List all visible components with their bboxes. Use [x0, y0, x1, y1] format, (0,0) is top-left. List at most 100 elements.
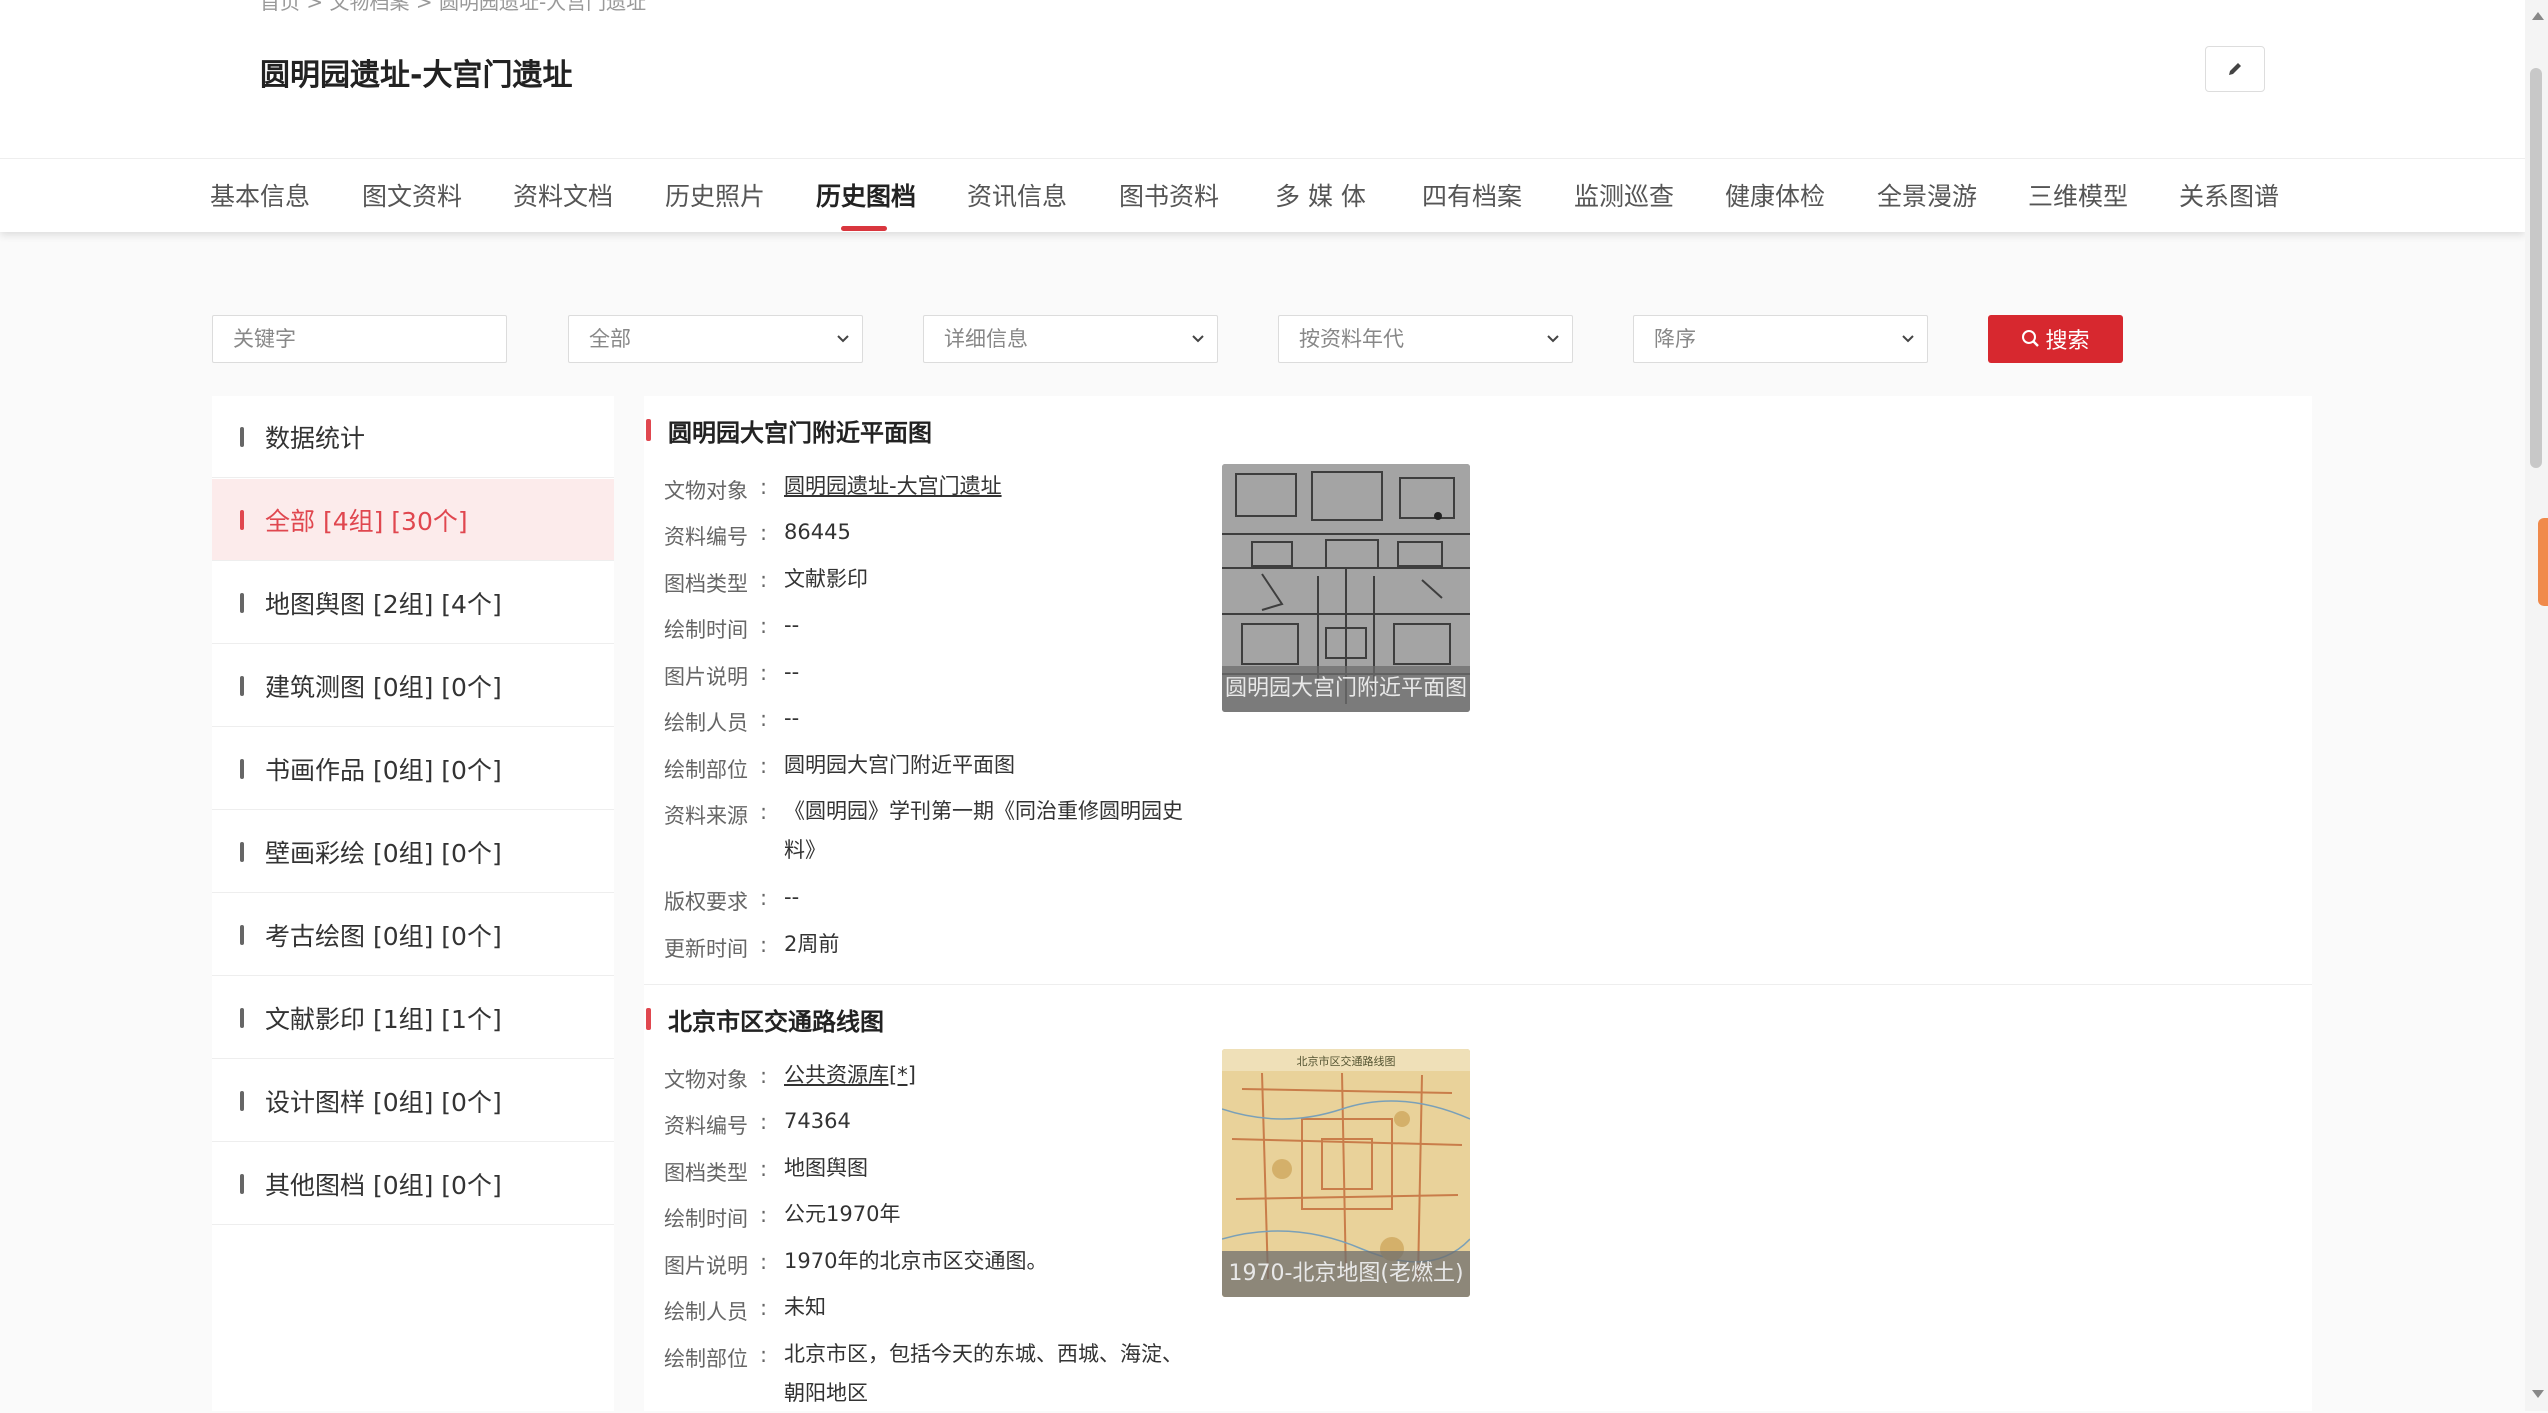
category-sidebar: 数据统计 全部 [4组] [30个] 地图舆图 [2组] [4个] 建筑测图 [… [212, 396, 614, 1411]
field-label: 绘制时间 [664, 1207, 748, 1231]
tab-3d-model[interactable]: 三维模型 [2028, 177, 2128, 213]
tab-news[interactable]: 资讯信息 [967, 177, 1067, 213]
chevron-down-icon [1902, 335, 1914, 343]
scroll-down-icon[interactable] [2532, 1390, 2544, 1398]
field-colon: : [760, 1110, 768, 1134]
field-value: 地图舆图 [784, 1156, 868, 1180]
field-value: 北京市区，包括今天的东城、西城、海淀、朝阳地区 [784, 1342, 1183, 1405]
thumbnail-caption: 1970-北京地图(老燃土) [1222, 1251, 1470, 1297]
field-label: 绘制时间 [664, 618, 748, 642]
field-colon: : [760, 1343, 768, 1367]
item-marker [240, 593, 244, 613]
sort-by-select-value: 按资料年代 [1299, 327, 1404, 351]
page-header: 首页 > 文物档案 > 圆明园遗址-大宫门遗址 圆明园遗址-大宫门遗址 基本信息… [0, 0, 2525, 232]
field-colon: : [760, 886, 768, 910]
field-label: 文物对象 [664, 1068, 748, 1092]
tab-panorama[interactable]: 全景漫游 [1877, 177, 1977, 213]
record-card: 北京市区交通路线图 文物对象 : 公共资源库[*] 资料编号 : 74364 图… [644, 985, 2312, 1411]
sidebar-item-maps[interactable]: 地图舆图 [2组] [4个] [212, 562, 614, 644]
item-marker [240, 1008, 244, 1028]
sidebar-item-label: 设计图样 [0组] [0个] [265, 1087, 502, 1117]
record-title[interactable]: 北京市区交通路线图 [668, 1002, 884, 1037]
field-value: 《圆明园》学刊第一期《同治重修圆明园史料》 [784, 799, 1183, 862]
tab-monitoring[interactable]: 监测巡查 [1574, 177, 1674, 213]
item-marker [240, 427, 244, 447]
tab-basic-info[interactable]: 基本信息 [210, 177, 310, 213]
scrollbar-thumb[interactable] [2530, 68, 2542, 468]
chevron-down-icon [1547, 335, 1559, 343]
field-label: 更新时间 [664, 937, 748, 961]
tab-books[interactable]: 图书资料 [1119, 177, 1219, 213]
record-title[interactable]: 圆明园大宫门附近平面图 [668, 413, 932, 448]
relic-object-link[interactable]: 圆明园遗址-大宫门遗址 [784, 467, 1184, 506]
sidebar-item-statistics[interactable]: 数据统计 [212, 396, 614, 478]
field-value: -- [784, 706, 800, 730]
category-select[interactable]: 全部 [568, 315, 863, 363]
sidebar-item-other[interactable]: 其他图档 [0组] [0个] [212, 1143, 614, 1225]
field-label: 资料编号 [664, 525, 748, 549]
pencil-icon [2229, 63, 2241, 75]
field-value: 74364 [784, 1109, 851, 1133]
tab-health-check[interactable]: 健康体检 [1725, 177, 1825, 213]
sidebar-item-document-prints[interactable]: 文献影印 [1组] [1个] [212, 977, 614, 1059]
field-label: 资料来源 [664, 804, 748, 828]
item-marker [240, 1091, 244, 1111]
record-thumbnail[interactable]: 北京市区交通路线图 1970-北京地图(老燃土) [1222, 1049, 1470, 1297]
detail-select-value: 详细信息 [944, 327, 1028, 351]
sidebar-item-all[interactable]: 全部 [4组] [30个] [212, 479, 614, 561]
field-label: 绘制人员 [664, 1300, 748, 1324]
sidebar-item-label: 全部 [4组] [30个] [265, 506, 468, 536]
sort-by-select[interactable]: 按资料年代 [1278, 315, 1573, 363]
thumbnail-caption: 圆明园大宫门附近平面图 [1222, 666, 1470, 712]
field-value: 86445 [784, 520, 851, 544]
order-select-value: 降序 [1654, 327, 1696, 351]
keyword-input[interactable]: 关键字 [212, 315, 507, 363]
sidebar-item-archaeology[interactable]: 考古绘图 [0组] [0个] [212, 894, 614, 976]
field-value: 圆明园大宫门附近平面图 [784, 753, 1015, 777]
scroll-up-icon[interactable] [2532, 12, 2544, 20]
tab-text-images[interactable]: 图文资料 [362, 177, 462, 213]
tab-multimedia[interactable]: 多 媒 体 [1275, 177, 1366, 213]
tab-relationship-graph[interactable]: 关系图谱 [2179, 177, 2279, 213]
item-marker [240, 842, 244, 862]
edit-button[interactable] [2205, 46, 2265, 92]
sidebar-item-murals[interactable]: 壁画彩绘 [0组] [0个] [212, 811, 614, 893]
item-marker [240, 925, 244, 945]
order-select[interactable]: 降序 [1633, 315, 1928, 363]
relic-object-link[interactable]: 公共资源库[*] [784, 1056, 1184, 1095]
field-value: 未知 [784, 1295, 826, 1319]
sidebar-item-architectural-drawings[interactable]: 建筑测图 [0组] [0个] [212, 645, 614, 727]
floating-side-tab[interactable] [2538, 518, 2548, 606]
field-label: 图片说明 [664, 665, 748, 689]
sidebar-item-label: 数据统计 [265, 423, 366, 453]
category-select-value: 全部 [589, 327, 631, 351]
item-marker [240, 510, 244, 530]
field-colon: : [760, 1064, 768, 1088]
tab-historical-drawings[interactable]: 历史图档 [816, 177, 916, 213]
item-marker [240, 1174, 244, 1194]
tab-documents[interactable]: 资料文档 [513, 177, 613, 213]
field-colon: : [760, 1157, 768, 1181]
field-label: 版权要求 [664, 890, 748, 914]
field-colon: : [760, 800, 768, 824]
record-thumbnail[interactable]: 圆明园大宫门附近平面图 [1222, 464, 1470, 712]
search-button[interactable]: 搜索 [1988, 315, 2123, 363]
field-colon: : [760, 933, 768, 957]
sidebar-item-label: 其他图档 [0组] [0个] [265, 1170, 502, 1200]
sidebar-item-paintings[interactable]: 书画作品 [0组] [0个] [212, 728, 614, 810]
tab-four-archives[interactable]: 四有档案 [1422, 177, 1522, 213]
sidebar-item-label: 书画作品 [0组] [0个] [265, 755, 502, 785]
page-title: 圆明园遗址-大宫门遗址 [260, 58, 573, 93]
breadcrumb[interactable]: 首页 > 文物档案 > 圆明园遗址-大宫门遗址 [260, 0, 646, 15]
search-icon [2022, 330, 2040, 347]
detail-select[interactable]: 详细信息 [923, 315, 1218, 363]
sidebar-item-design-drawings[interactable]: 设计图样 [0组] [0个] [212, 1060, 614, 1142]
tab-historical-photos[interactable]: 历史照片 [665, 177, 765, 213]
record-marker [646, 419, 651, 441]
field-colon: : [760, 1250, 768, 1274]
field-colon: : [760, 568, 768, 592]
field-colon: : [760, 475, 768, 499]
sidebar-item-label: 地图舆图 [2组] [4个] [265, 589, 502, 619]
record-card: 圆明园大宫门附近平面图 文物对象 : 圆明园遗址-大宫门遗址 资料编号 : 86… [644, 396, 2312, 984]
field-label: 资料编号 [664, 1114, 748, 1138]
